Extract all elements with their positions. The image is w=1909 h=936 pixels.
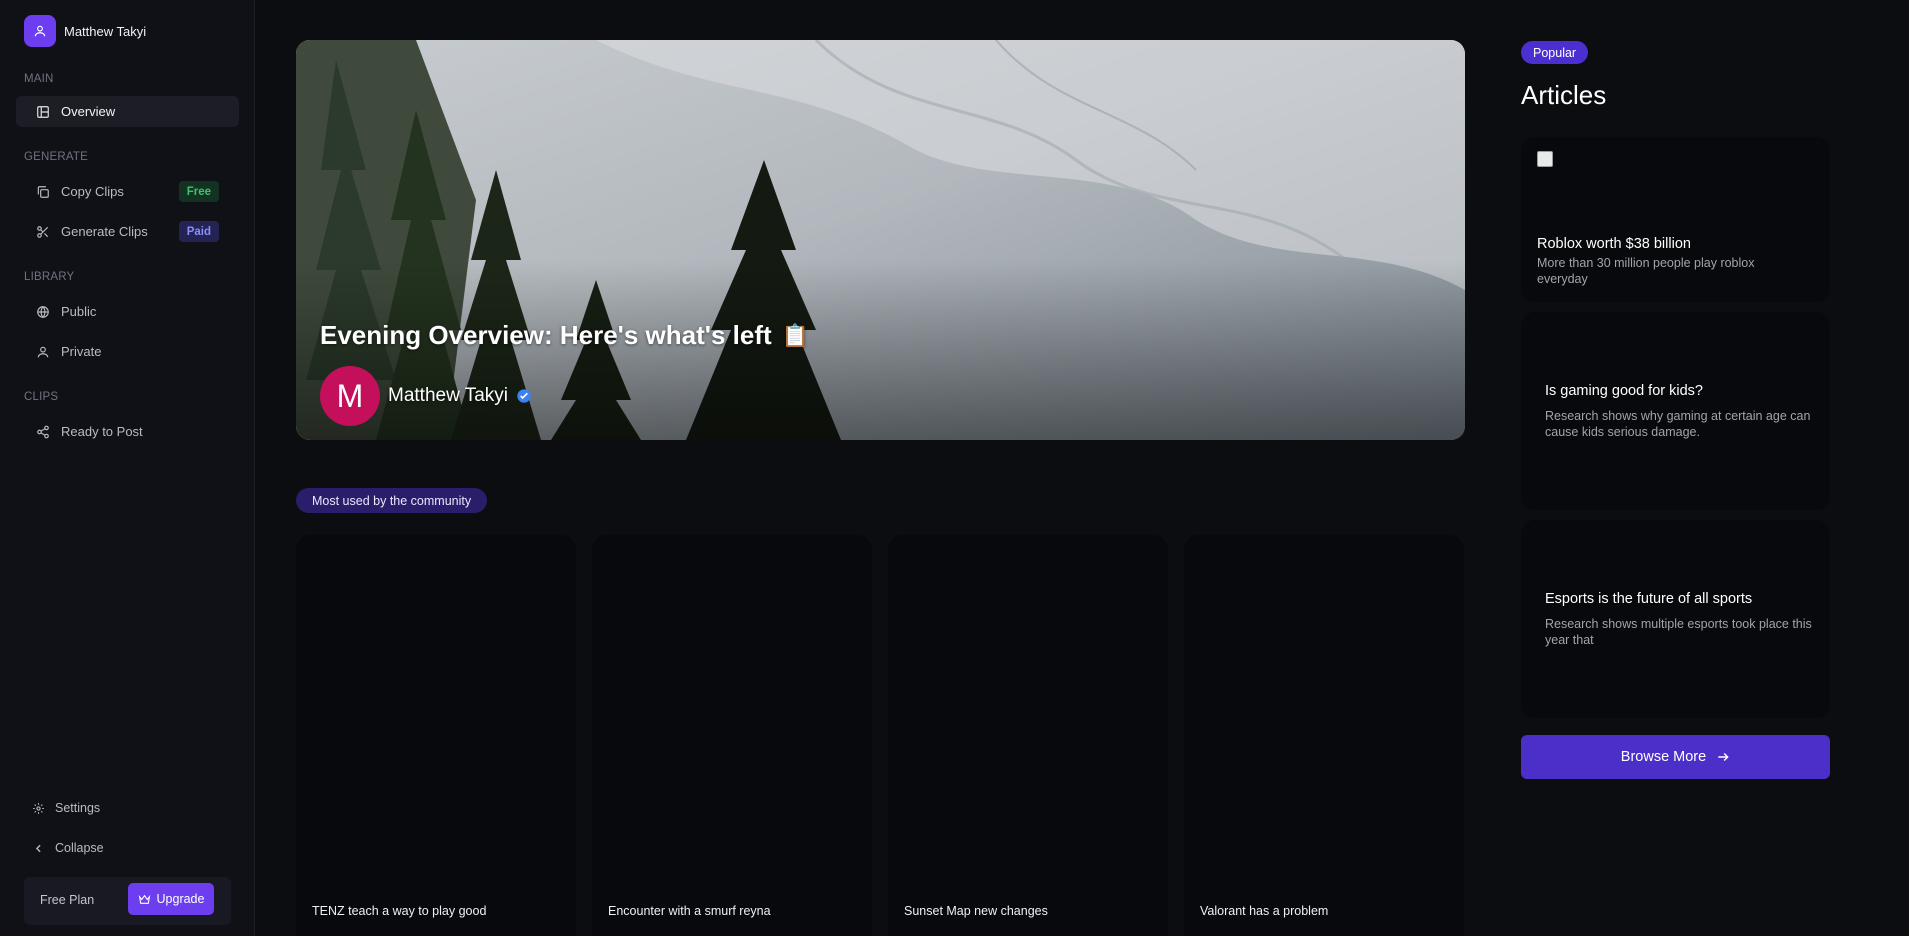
sidebar-item-generate-clips[interactable]: Generate Clips Paid — [16, 216, 239, 247]
article-card[interactable]: Esports is the future of all sports Rese… — [1521, 520, 1830, 718]
upgrade-button[interactable]: Upgrade — [128, 883, 214, 915]
sidebar-item-label: Private — [61, 344, 102, 359]
clip-card[interactable]: Sunset Map new changes — [888, 535, 1168, 936]
gear-icon — [33, 802, 44, 814]
section-label-clips: CLIPS — [24, 391, 59, 403]
article-card[interactable]: Is gaming good for kids? Research shows … — [1521, 312, 1830, 510]
arrow-right-icon — [1718, 752, 1729, 762]
sidebar-item-overview[interactable]: Overview — [16, 96, 239, 127]
layout-icon — [37, 105, 49, 118]
sidebar-item-ready-to-post[interactable]: Ready to Post — [16, 416, 239, 447]
sidebar-item-label: Public — [61, 304, 97, 319]
free-badge: Free — [178, 181, 219, 202]
crown-icon — [138, 894, 150, 904]
popular-pill: Popular — [1521, 41, 1589, 64]
clip-title: Encounter with a smurf reyna — [608, 904, 771, 918]
clip-card[interactable]: Valorant has a problem — [1184, 535, 1464, 936]
article-desc: Research shows why gaming at certain age… — [1545, 409, 1811, 439]
hero-author[interactable]: M Matthew Takyi — [320, 366, 532, 426]
browse-more-label: Browse More — [1620, 749, 1707, 765]
settings-button[interactable]: Settings — [32, 801, 100, 815]
article-title: Esports is the future of all sports — [1545, 591, 1753, 607]
article-title: Roblox worth $38 billion — [1537, 236, 1691, 252]
hero-banner: Evening Overview: Here's what's left 📋 M… — [296, 40, 1465, 440]
sidebar-item-public[interactable]: Public — [16, 296, 239, 327]
paid-badge: Paid — [178, 221, 219, 242]
plan-box: Free Plan Upgrade — [24, 877, 231, 925]
globe-icon — [37, 305, 49, 318]
avatar: M — [320, 366, 380, 426]
article-desc: Research shows multiple esports took pla… — [1545, 617, 1812, 647]
sidebar-item-copy-clips[interactable]: Copy Clips Free — [16, 176, 239, 207]
profile-name: Matthew Takyi — [64, 23, 147, 39]
verified-badge-icon — [517, 389, 531, 403]
hero-title: Evening Overview: Here's what's left 📋 — [320, 320, 809, 351]
share-icon — [37, 425, 49, 438]
settings-label: Settings — [55, 801, 101, 815]
user-icon — [24, 15, 56, 47]
profile[interactable]: Matthew Takyi — [24, 15, 146, 47]
section-label-main: MAIN — [24, 73, 54, 85]
clip-card[interactable]: Encounter with a smurf reyna — [592, 535, 872, 936]
clip-title: Sunset Map new changes — [904, 904, 1048, 918]
sidebar-item-label: Ready to Post — [61, 424, 143, 439]
copy-icon — [37, 185, 49, 198]
upgrade-label: Upgrade — [156, 892, 205, 906]
sidebar: Matthew Takyi MAIN Overview GENERATE Cop… — [0, 0, 255, 936]
article-card[interactable]: Roblox worth $38 billion More than 30 mi… — [1521, 137, 1830, 302]
user-icon — [37, 346, 49, 357]
clip-title: TENZ teach a way to play good — [312, 904, 487, 918]
sidebar-item-label: Generate Clips — [61, 224, 148, 239]
articles-heading: Articles — [1521, 80, 1607, 110]
clipboard-icon: 📋 — [781, 322, 810, 348]
browse-more-button[interactable]: Browse More — [1521, 735, 1830, 779]
sidebar-item-label: Copy Clips — [61, 184, 124, 199]
clip-card[interactable]: TENZ teach a way to play good — [296, 535, 576, 936]
scissors-icon — [37, 225, 49, 238]
clip-title: Valorant has a problem — [1200, 904, 1329, 918]
collapse-button[interactable]: Collapse — [32, 841, 104, 855]
article-desc: More than 30 million people play roblox … — [1537, 256, 1755, 286]
chevron-left-icon — [35, 844, 41, 852]
sidebar-item-private[interactable]: Private — [16, 336, 239, 367]
author-name: Matthew Takyi — [388, 385, 509, 406]
community-pill: Most used by the community — [296, 488, 488, 513]
collapse-label: Collapse — [55, 841, 104, 855]
sidebar-item-label: Overview — [61, 104, 116, 119]
broken-image-icon — [1537, 151, 1553, 167]
article-title: Is gaming good for kids? — [1545, 383, 1703, 399]
section-label-library: LIBRARY — [24, 271, 75, 283]
plan-label: Free Plan — [40, 893, 95, 907]
section-label-generate: GENERATE — [24, 151, 89, 163]
hero-title-text: Evening Overview: Here's what's left — [320, 320, 772, 350]
